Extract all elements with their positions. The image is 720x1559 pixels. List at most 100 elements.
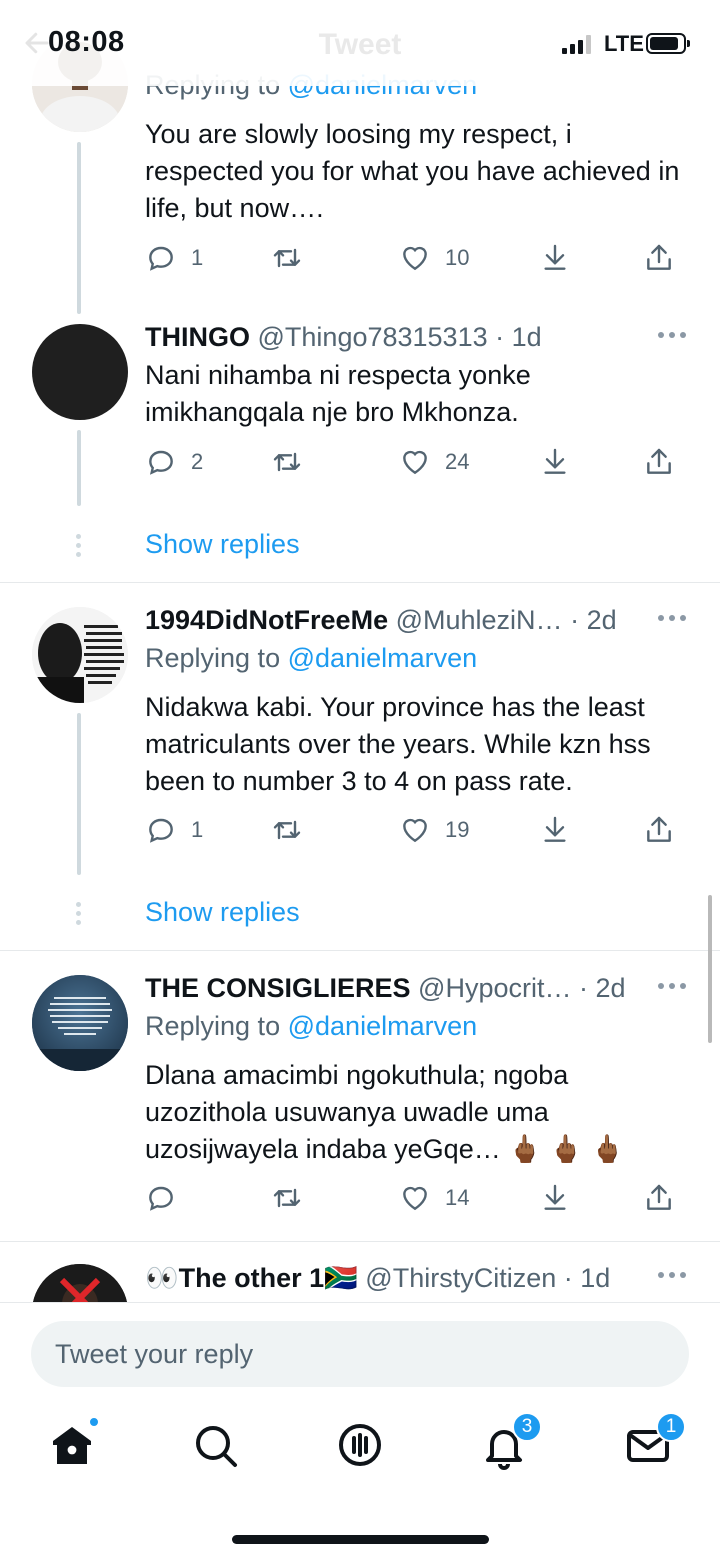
reply-button[interactable]: 2: [145, 442, 203, 482]
like-button[interactable]: 24: [399, 442, 469, 482]
avatar[interactable]: [32, 1264, 128, 1302]
tab-spaces[interactable]: [336, 1422, 384, 1470]
author-name[interactable]: The other 1: [179, 1263, 325, 1293]
tab-notifications[interactable]: 3: [480, 1412, 542, 1470]
thread-line: [77, 142, 81, 314]
like-icon: [403, 246, 427, 271]
avatar[interactable]: [32, 607, 128, 703]
retweet-button[interactable]: [271, 1178, 317, 1218]
tweet[interactable]: THINGO @Thingo78315313 · 1d Nani nihamba…: [0, 300, 720, 583]
author-name[interactable]: THE CONSIGLIERES: [145, 973, 411, 1003]
battery-icon: [646, 33, 690, 54]
share-icon: [647, 244, 671, 270]
retweet-button[interactable]: [271, 238, 317, 278]
author-handle[interactable]: @ThirstyCitizen: [365, 1263, 556, 1293]
signal-icon: [562, 34, 591, 54]
author-handle[interactable]: @MuhleziN…: [396, 605, 563, 635]
tweet-header: THINGO @Thingo78315313 · 1d: [145, 322, 690, 353]
more-options-icon[interactable]: [658, 615, 686, 623]
tweet-text: Nani nihamba ni respecta yonke imikhangq…: [145, 360, 531, 427]
retweet-button[interactable]: [271, 810, 317, 850]
tweet-text: Dlana amacimbi ngokuthula; ngoba uzozith…: [145, 1060, 625, 1164]
more-options-icon[interactable]: [658, 332, 686, 340]
home-indicator: [232, 1535, 489, 1544]
reply-icon: [149, 1186, 173, 1211]
share-icon: [647, 448, 671, 474]
author-handle[interactable]: @Hypocrit…: [418, 973, 571, 1003]
like-icon: [403, 1186, 427, 1211]
replying-to: Replying to @danielmarven: [145, 643, 478, 673]
home-new-indicator: [88, 1416, 100, 1428]
reply-button[interactable]: [145, 1178, 191, 1218]
status-time: 08:08: [48, 26, 125, 58]
like-button[interactable]: 19: [399, 810, 469, 850]
more-options-icon[interactable]: [658, 1272, 686, 1280]
reply-composer: [0, 1302, 720, 1402]
reply-icon: [149, 450, 173, 475]
network-type: LTE: [604, 31, 644, 56]
thread-line: [77, 430, 81, 506]
like-button[interactable]: 14: [399, 1178, 469, 1218]
tweet-time: · 1d: [495, 322, 542, 352]
reply-button[interactable]: 1: [145, 810, 203, 850]
share-icon: [647, 816, 671, 842]
notifications-badge: 3: [512, 1412, 542, 1442]
tweet-text: You are slowly loosing my respect, i res…: [145, 119, 680, 223]
author-name[interactable]: 1994DidNotFreeMe: [145, 605, 388, 635]
scrollbar[interactable]: [708, 895, 712, 1043]
share-button[interactable]: [643, 442, 675, 482]
tweet-header: THE CONSIGLIERES @Hypocrit… · 2d: [145, 973, 690, 1004]
reply-feed[interactable]: Replying to @danielmarven You are slowly…: [0, 0, 720, 1302]
tweet[interactable]: 👀The other 1🇿🇦 @ThirstyCitizen · 1d: [0, 1242, 720, 1302]
reply-button[interactable]: 1: [145, 238, 203, 278]
share-button[interactable]: [643, 1178, 675, 1218]
download-icon: [544, 816, 566, 842]
tweet[interactable]: THE CONSIGLIERES @Hypocrit… · 2d Replyin…: [0, 951, 720, 1241]
tweet[interactable]: 1994DidNotFreeMe @MuhleziN… · 2d Replyin…: [0, 583, 720, 950]
flag-emoji: 🇿🇦: [324, 1263, 358, 1293]
tab-search[interactable]: [192, 1422, 240, 1470]
search-icon: [196, 1426, 237, 1467]
retweet-icon: [273, 1188, 301, 1208]
like-button[interactable]: 10: [399, 238, 469, 278]
thread-line: [77, 713, 81, 875]
share-button[interactable]: [643, 238, 675, 278]
replying-to-handle[interactable]: @danielmarven: [288, 1011, 478, 1041]
author-name[interactable]: THINGO: [145, 322, 250, 352]
reply-icon: [149, 818, 173, 843]
tab-messages[interactable]: 1: [624, 1412, 686, 1470]
eyes-emoji: 👀: [145, 1263, 179, 1293]
download-icon: [544, 244, 566, 270]
tweet-time: · 2d: [570, 605, 617, 635]
tweet-header: 1994DidNotFreeMe @MuhleziN… · 2d: [145, 605, 690, 636]
reply-icon: [149, 246, 173, 271]
avatar[interactable]: [32, 324, 128, 420]
replying-to: Replying to @danielmarven: [145, 1011, 478, 1041]
tweet-actions: 1 19: [145, 810, 690, 850]
tweet-time: · 1d: [563, 1263, 611, 1293]
retweet-button[interactable]: [271, 442, 317, 482]
thread-dots: [76, 534, 82, 561]
download-button[interactable]: [539, 1178, 571, 1218]
tab-home[interactable]: [48, 1416, 100, 1470]
share-icon: [647, 1184, 671, 1210]
thread-dots: [76, 902, 82, 929]
download-button[interactable]: [539, 238, 571, 278]
tweet-text: Nidakwa kabi. Your province has the leas…: [145, 692, 651, 796]
like-icon: [403, 818, 427, 843]
tweet-actions: 14: [145, 1178, 690, 1218]
author-handle[interactable]: @Thingo78315313: [258, 322, 488, 352]
tweet-reply-input[interactable]: [31, 1321, 689, 1387]
messages-badge: 1: [656, 1412, 686, 1442]
show-replies-link[interactable]: Show replies: [145, 529, 300, 560]
more-options-icon[interactable]: [658, 983, 686, 991]
avatar[interactable]: [32, 975, 128, 1071]
show-replies-link[interactable]: Show replies: [145, 897, 300, 928]
replying-to-handle[interactable]: @danielmarven: [288, 643, 478, 673]
tweet-actions: 1 10: [145, 238, 690, 278]
status-bar: Tweet 08:08 LTE: [0, 0, 720, 86]
download-button[interactable]: [539, 810, 571, 850]
home-icon: [53, 1427, 91, 1464]
share-button[interactable]: [643, 810, 675, 850]
download-button[interactable]: [539, 442, 571, 482]
